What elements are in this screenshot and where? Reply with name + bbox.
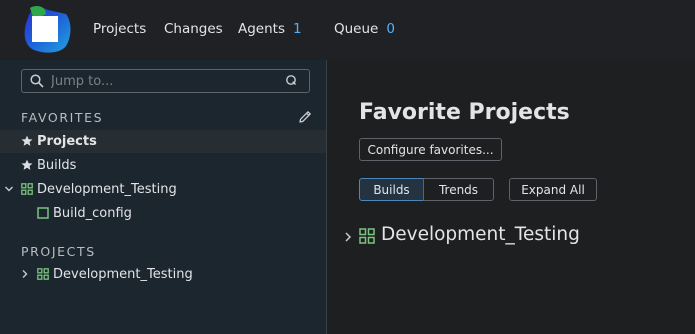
build-config-icon — [37, 207, 49, 219]
nav-agents-label: Agents — [238, 21, 285, 37]
queue-count-badge: 0 — [386, 21, 395, 37]
nav-queue[interactable]: Queue 0 — [334, 0, 395, 58]
nav-changes[interactable]: Changes — [164, 0, 223, 58]
pencil-icon[interactable] — [297, 109, 313, 125]
search-input[interactable] — [51, 72, 271, 90]
main-project-development-testing[interactable]: Development_Testing — [343, 224, 643, 250]
star-icon — [21, 135, 33, 146]
project-icon — [359, 228, 375, 244]
nav-agents[interactable]: Agents 1 — [238, 0, 302, 58]
teamcity-logo-icon[interactable] — [20, 4, 72, 56]
tab-builds[interactable]: Builds — [359, 178, 424, 201]
search-box — [21, 69, 310, 93]
nav-changes-label: Changes — [164, 21, 223, 37]
sidebar-item-projects[interactable]: Projects — [0, 130, 326, 153]
nav-projects-label: Projects — [93, 21, 147, 37]
configure-favorites-button[interactable]: Configure favorites... — [359, 138, 502, 161]
sidebar-item-label: Development_Testing — [37, 182, 177, 197]
sidebar-item-builds[interactable]: Builds — [0, 154, 326, 177]
nav-queue-label: Queue — [334, 21, 379, 37]
tab-trends[interactable]: Trends — [423, 178, 494, 201]
chevron-down-icon[interactable] — [4, 184, 14, 194]
search-icon — [30, 74, 44, 88]
project-icon — [37, 268, 49, 280]
sidebar-item-label: Builds — [37, 158, 77, 173]
star-icon — [21, 159, 33, 170]
expand-all-button[interactable]: Expand All — [509, 178, 597, 201]
projects-heading: PROJECTS — [21, 244, 96, 259]
top-header: Projects Changes Agents 1 Queue 0 — [0, 0, 695, 60]
sidebar-item-label: Development_Testing — [53, 267, 193, 282]
sidebar-item-development-testing[interactable]: Development_Testing — [0, 178, 326, 201]
project-name: Development_Testing — [381, 224, 580, 245]
favorites-heading: FAVORITES — [21, 110, 104, 125]
nav-projects[interactable]: Projects — [93, 0, 146, 58]
sidebar-item-label: Projects — [37, 134, 97, 149]
chevron-right-icon[interactable] — [343, 231, 353, 243]
sidebar-item-label: Build_config — [53, 206, 132, 221]
sidebar-project-development-testing[interactable]: Development_Testing — [0, 263, 326, 286]
sidebar: FAVORITES Projects Builds Development_Te… — [0, 60, 327, 334]
page-title: Favorite Projects — [359, 100, 570, 125]
agents-count-badge: 1 — [293, 21, 302, 37]
project-icon — [21, 183, 33, 195]
sidebar-item-build-config[interactable]: Build_config — [0, 202, 326, 225]
search-shortcut-icon — [286, 75, 296, 85]
chevron-right-icon[interactable] — [20, 269, 30, 279]
